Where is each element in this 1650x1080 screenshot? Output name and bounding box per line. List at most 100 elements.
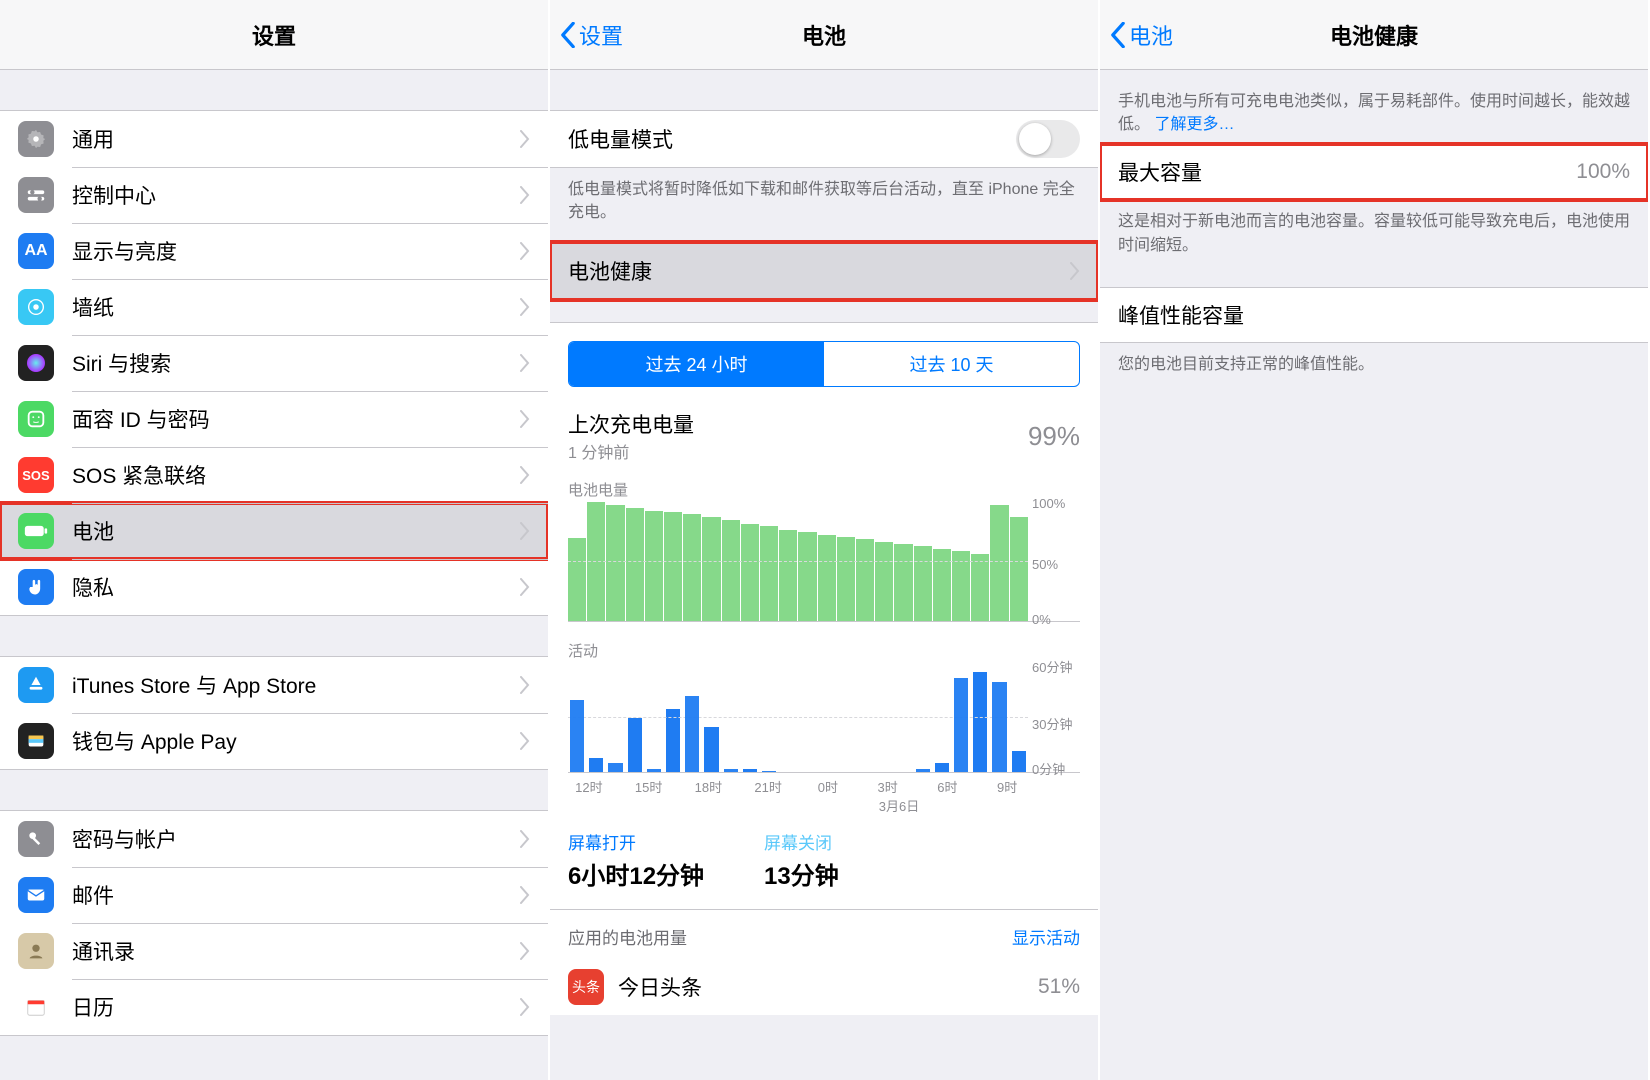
nav-bar: 设置 电池 <box>550 0 1098 70</box>
max-capacity-row[interactable]: 最大容量 100% <box>1100 144 1648 200</box>
bar <box>724 769 738 773</box>
low-power-note: 低电量模式将暂时降低如下载和邮件获取等后台活动，直至 iPhone 完全充电。 <box>550 168 1098 224</box>
row-label: SOS 紧急联络 <box>72 460 206 490</box>
bar <box>990 505 1008 622</box>
settings-row-sos[interactable]: SOSSOS 紧急联络 <box>0 447 548 503</box>
low-power-row[interactable]: 低电量模式 <box>550 111 1098 167</box>
settings-row-hand[interactable]: 隐私 <box>0 559 548 615</box>
app-pct: 51% <box>1038 975 1080 999</box>
screen-off-label: 屏幕关闭 <box>764 829 839 854</box>
settings-row-mail[interactable]: 邮件 <box>0 867 548 923</box>
settings-row-siri[interactable]: Siri 与搜索 <box>0 335 548 391</box>
bar <box>1012 751 1026 773</box>
settings-row-control[interactable]: 控制中心 <box>0 167 548 223</box>
last-charge-label: 上次充电电量 <box>568 409 694 439</box>
chevron-right-icon <box>520 676 530 694</box>
chevron-right-icon <box>520 578 530 596</box>
nav-title: 设置 <box>252 19 296 51</box>
back-label: 设置 <box>579 19 623 51</box>
bar <box>935 763 949 772</box>
chevron-right-icon <box>520 354 530 372</box>
control-icon <box>18 177 54 213</box>
time-segment[interactable]: 过去 24 小时 过去 10 天 <box>568 341 1080 387</box>
app-icon: 头条 <box>568 969 604 1005</box>
bar <box>954 678 968 772</box>
wall-icon <box>18 289 54 325</box>
settings-row-gear[interactable]: 通用 <box>0 111 548 167</box>
screen-off-value: 13分钟 <box>764 854 839 891</box>
bar <box>702 517 720 622</box>
low-power-toggle[interactable] <box>1016 120 1080 158</box>
chevron-left-icon <box>560 22 576 48</box>
bar <box>570 700 584 773</box>
row-label: Siri 与搜索 <box>72 348 171 378</box>
bar <box>856 539 874 621</box>
seg-10d[interactable]: 过去 10 天 <box>824 342 1079 386</box>
chevron-right-icon <box>520 186 530 204</box>
settings-row-contacts[interactable]: 通讯录 <box>0 923 548 979</box>
learn-more-link[interactable]: 了解更多… <box>1154 116 1234 133</box>
chevron-right-icon <box>520 298 530 316</box>
bar <box>933 549 951 622</box>
chevron-right-icon <box>520 130 530 148</box>
chevron-right-icon <box>520 886 530 904</box>
screen-on-value: 6小时12分钟 <box>568 854 704 891</box>
siri-icon <box>18 345 54 381</box>
mail-icon <box>18 877 54 913</box>
settings-row-cal[interactable]: 日历 <box>0 979 548 1035</box>
settings-row-face[interactable]: 面容 ID 与密码 <box>0 391 548 447</box>
chart1-title: 电池电量 <box>550 473 1098 502</box>
show-activity-link[interactable]: 显示活动 <box>1012 924 1080 949</box>
row-label: 密码与帐户 <box>72 824 177 854</box>
settings-row-battery[interactable]: 电池 <box>0 503 548 559</box>
bar <box>589 758 603 773</box>
row-label: 控制中心 <box>72 180 156 210</box>
settings-row-wall[interactable]: 墙纸 <box>0 279 548 335</box>
x-axis: 12时15时18时21时0时3时6时9时 <box>550 773 1098 796</box>
apps-header: 应用的电池用量 显示活动 <box>550 909 1098 959</box>
bar <box>685 696 699 772</box>
bar <box>741 524 759 622</box>
back-button[interactable]: 设置 <box>560 19 623 51</box>
face-icon <box>18 401 54 437</box>
screen-on-label: 屏幕打开 <box>568 829 704 854</box>
settings-row-aa[interactable]: AA显示与亮度 <box>0 223 548 279</box>
max-capacity-note: 这是相对于新电池而言的电池容量。容量较低可能导致充电后，电池使用时间缩短。 <box>1100 200 1648 256</box>
nav-title: 电池健康 <box>1330 19 1418 51</box>
bar <box>666 709 680 773</box>
bar <box>608 763 622 772</box>
back-button[interactable]: 电池 <box>1110 19 1173 51</box>
seg-24h[interactable]: 过去 24 小时 <box>569 342 824 386</box>
bar <box>626 508 644 621</box>
bar <box>645 511 663 622</box>
chevron-right-icon <box>520 522 530 540</box>
contacts-icon <box>18 933 54 969</box>
intro-text: 手机电池与所有可充电电池类似，属于易耗部件。使用时间越长，能效越低。 了解更多… <box>1100 70 1648 144</box>
aa-icon: AA <box>18 233 54 269</box>
bar <box>568 538 586 621</box>
bar <box>683 514 701 621</box>
bar <box>798 532 816 621</box>
health-content: 手机电池与所有可充电电池类似，属于易耗部件。使用时间越长，能效越低。 了解更多…… <box>1100 70 1648 1080</box>
settings-row-astore[interactable]: iTunes Store 与 App Store <box>0 657 548 713</box>
app-row[interactable]: 头条 今日头条 51% <box>550 959 1098 1015</box>
usage-row: 屏幕打开 6小时12分钟 屏幕关闭 13分钟 <box>550 815 1098 909</box>
settings-row-key[interactable]: 密码与帐户 <box>0 811 548 867</box>
back-label: 电池 <box>1129 19 1173 51</box>
bar <box>628 718 642 773</box>
battery-health-panel: 电池 电池健康 手机电池与所有可充电电池类似，属于易耗部件。使用时间越长，能效越… <box>1100 0 1650 1080</box>
battery-health-row[interactable]: 电池健康 <box>550 243 1098 299</box>
bar <box>914 546 932 621</box>
peak-capacity-row[interactable]: 峰值性能容量 <box>1100 287 1648 343</box>
bar <box>779 530 797 622</box>
chart2-title: 活动 <box>550 622 1098 663</box>
row-label: 通讯录 <box>72 936 135 966</box>
chevron-right-icon <box>520 410 530 428</box>
bar <box>894 544 912 621</box>
settings-row-wallet[interactable]: 钱包与 Apple Pay <box>0 713 548 769</box>
bar <box>916 769 930 773</box>
bar <box>992 682 1006 773</box>
row-label: 通用 <box>72 124 114 154</box>
bar <box>875 542 893 622</box>
settings-panel: 设置 通用控制中心 AA显示与亮度墙纸 Siri 与搜索面容 ID 与密码SOSSO… <box>0 0 550 1080</box>
